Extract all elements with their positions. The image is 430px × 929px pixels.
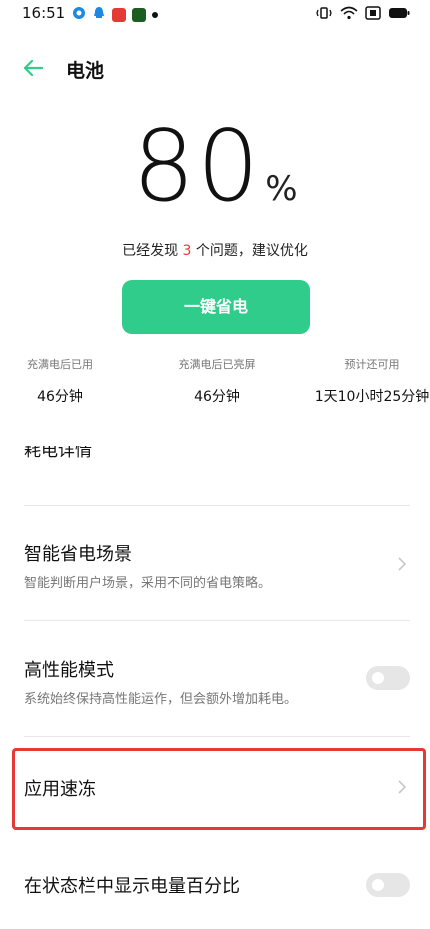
vibrate-icon bbox=[315, 5, 333, 24]
show-percentage-toggle[interactable] bbox=[366, 873, 410, 897]
list-item-cutoff[interactable]: 耗电详情 bbox=[24, 446, 404, 468]
music-app-icon bbox=[112, 7, 126, 22]
stat-used-since-full: 充满电后已用 46分钟 bbox=[0, 356, 130, 406]
qq-icon bbox=[92, 5, 106, 24]
item-subtitle: 智能判断用户场景，采用不同的省电策略。 bbox=[24, 576, 272, 591]
stat-value: 1天10小时25分钟 bbox=[314, 389, 430, 405]
item-title: 在状态栏中显示电量百分比 bbox=[24, 876, 240, 897]
status-bar: 16:51 bbox=[0, 0, 430, 26]
sim-icon bbox=[365, 5, 381, 24]
battery-icon bbox=[388, 5, 410, 24]
list-item-show-percentage[interactable]: 在状态栏中显示电量百分比 bbox=[0, 858, 430, 918]
divider bbox=[24, 620, 410, 621]
item-title: 高性能模式 bbox=[24, 660, 114, 681]
status-right-icons bbox=[315, 5, 410, 24]
percent-symbol: % bbox=[265, 169, 298, 209]
status-time: 16:51 bbox=[22, 4, 66, 22]
cutoff-item-label: 耗电详情 bbox=[24, 446, 92, 461]
target-icon bbox=[72, 5, 86, 24]
page-title: 电池 bbox=[66, 60, 105, 82]
battery-stats: 充满电后已用 46分钟 充满电后已亮屏 46分钟 预计还可用 1天10小时25分… bbox=[0, 356, 430, 416]
item-subtitle: 系统始终保持高性能运作，但会额外增加耗电。 bbox=[24, 692, 298, 707]
dot-icon bbox=[152, 11, 158, 18]
arrow-left-icon bbox=[23, 59, 44, 77]
header: 电池 bbox=[0, 52, 430, 86]
list-item-smart-power-scene[interactable]: 智能省电场景 智能判断用户场景，采用不同的省电策略。 bbox=[0, 520, 430, 616]
green-app-icon bbox=[132, 7, 146, 22]
list-item-high-performance[interactable]: 高性能模式 系统始终保持高性能运作，但会额外增加耗电。 bbox=[0, 636, 430, 732]
issues-prefix: 已经发现 bbox=[122, 243, 179, 259]
high-performance-toggle[interactable] bbox=[366, 666, 410, 690]
status-left-icons bbox=[72, 5, 158, 24]
issues-count: 3 bbox=[182, 243, 192, 259]
toggle-knob bbox=[370, 670, 386, 686]
toggle-knob bbox=[370, 877, 386, 893]
divider bbox=[24, 736, 410, 737]
stat-label: 充满电后已亮屏 bbox=[178, 358, 256, 371]
stat-value: 46分钟 bbox=[194, 389, 240, 405]
issues-suffix: 个问题，建议优化 bbox=[195, 243, 308, 259]
one-tap-save-button[interactable]: 一键省电 bbox=[122, 280, 310, 334]
stat-label: 预计还可用 bbox=[344, 358, 400, 371]
stat-remaining: 预计还可用 1天10小时25分钟 bbox=[302, 356, 430, 406]
stat-value: 46分钟 bbox=[37, 389, 83, 405]
item-title: 智能省电场景 bbox=[24, 544, 132, 565]
wifi-icon bbox=[340, 5, 358, 24]
battery-percent-value: 80 bbox=[132, 110, 262, 224]
stat-screen-on-since-full: 充满电后已亮屏 46分钟 bbox=[147, 356, 287, 406]
highlight-box bbox=[12, 748, 426, 830]
back-button[interactable] bbox=[20, 54, 48, 82]
divider bbox=[24, 505, 410, 506]
chevron-right-icon bbox=[398, 557, 407, 571]
stat-label: 充满电后已用 bbox=[27, 358, 93, 371]
battery-percent: 80% bbox=[0, 118, 430, 216]
issues-found-text: 已经发现 3 个问题，建议优化 bbox=[0, 240, 430, 260]
